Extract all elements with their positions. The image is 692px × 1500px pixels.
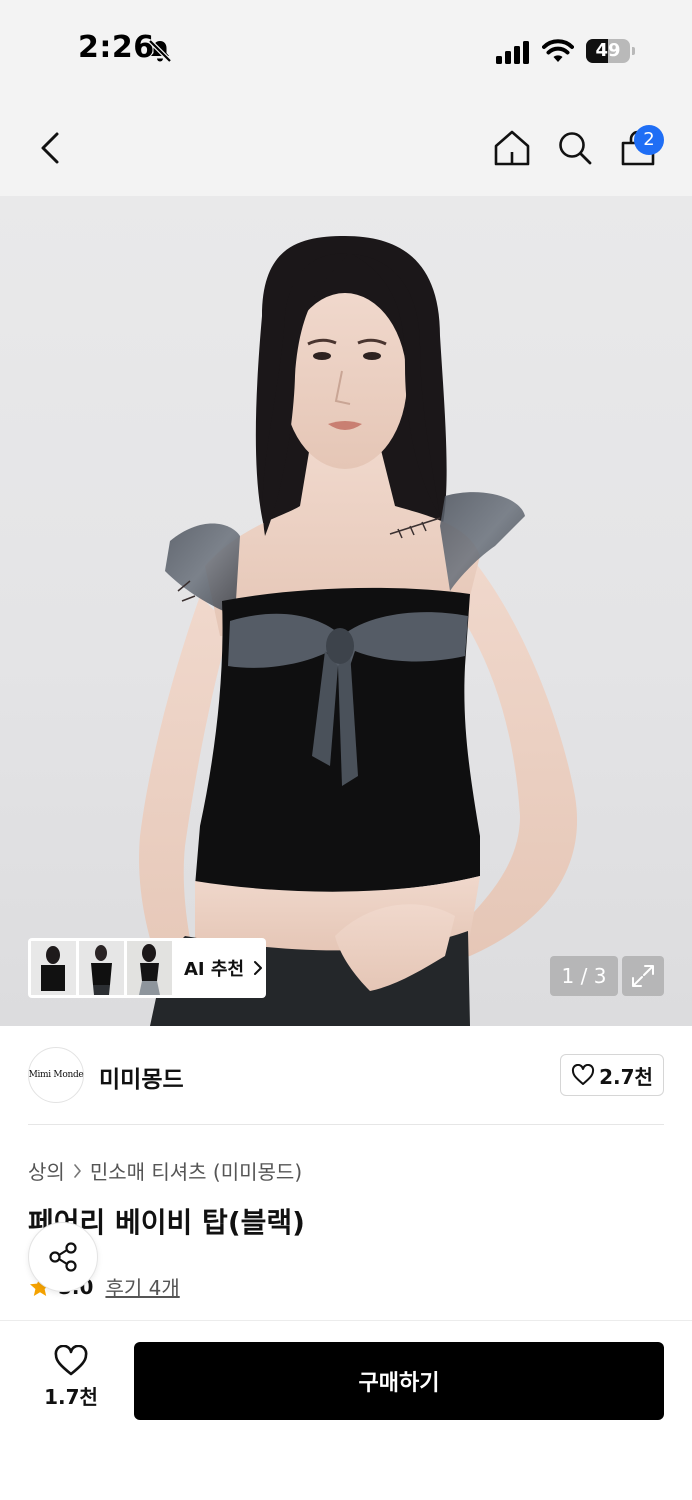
wifi-icon [542,39,574,62]
breadcrumb-category[interactable]: 상의 [28,1156,65,1185]
thumbnail-image [31,941,76,995]
product-photo [139,236,578,1026]
bell-slash-icon [148,39,172,63]
breadcrumb-subcategory[interactable]: 민소매 티셔츠 (미미몽드) [90,1156,302,1185]
chevron-right-icon [74,1163,81,1178]
breadcrumb: 상의 민소매 티셔츠 (미미몽드) [28,1156,302,1185]
battery-level: 49 [595,40,621,61]
brand-logo-text: Mimi Monde [28,1070,84,1080]
image-page-indicator: 1 / 3 [550,956,618,996]
battery-indicator: 49 [586,39,635,63]
heart-icon [572,1064,595,1085]
thumbnail-image [127,941,172,995]
battery-cap [632,47,635,55]
product-image-carousel[interactable] [0,196,692,1026]
bottom-action-bar: 1.7천 구매하기 [0,1320,692,1500]
section-divider [28,1124,664,1125]
wishlist-count: 1.7천 [44,1385,98,1409]
share-icon [49,1242,77,1272]
top-nav [0,100,692,196]
fullscreen-button[interactable] [622,956,664,996]
brand-name[interactable]: 미미몽드 [99,1060,184,1094]
search-icon [559,132,592,165]
ai-recommendation-label: AI 추천 [184,959,245,980]
back-button[interactable] [26,124,74,172]
brand-logo[interactable]: Mimi Monde [28,1047,84,1103]
buy-button-label: 구매하기 [358,1371,440,1396]
ai-thumbnail[interactable] [31,941,76,995]
cart-count-badge: 2 [634,125,664,155]
wishlist-button[interactable]: 1.7천 [30,1345,112,1417]
brand-like-button[interactable]: 2.7천 [560,1054,664,1096]
heart-icon [54,1345,88,1376]
expand-icon [632,965,654,987]
thumbnail-image [79,941,124,995]
brand-row: Mimi Monde 미미몽드 2.7천 [0,1026,692,1126]
status-bar: 2:26 49 [0,0,692,100]
cellular-signal-icon [496,41,529,64]
home-button[interactable] [488,124,536,172]
ai-thumbnail[interactable] [127,941,172,995]
home-icon [494,130,530,166]
search-button[interactable] [551,124,599,172]
buy-button[interactable]: 구매하기 [134,1342,664,1420]
brand-like-count: 2.7천 [599,1064,653,1089]
chevron-left-icon [41,132,59,164]
share-button[interactable] [28,1222,98,1292]
ai-thumbnail[interactable] [79,941,124,995]
status-time: 2:26 [78,30,155,65]
review-count-link[interactable]: 후기 4개 [105,1272,179,1301]
chevron-right-icon [254,961,263,975]
battery-body: 49 [586,39,630,63]
ai-recommendation-button[interactable]: AI 추천 [28,938,266,998]
